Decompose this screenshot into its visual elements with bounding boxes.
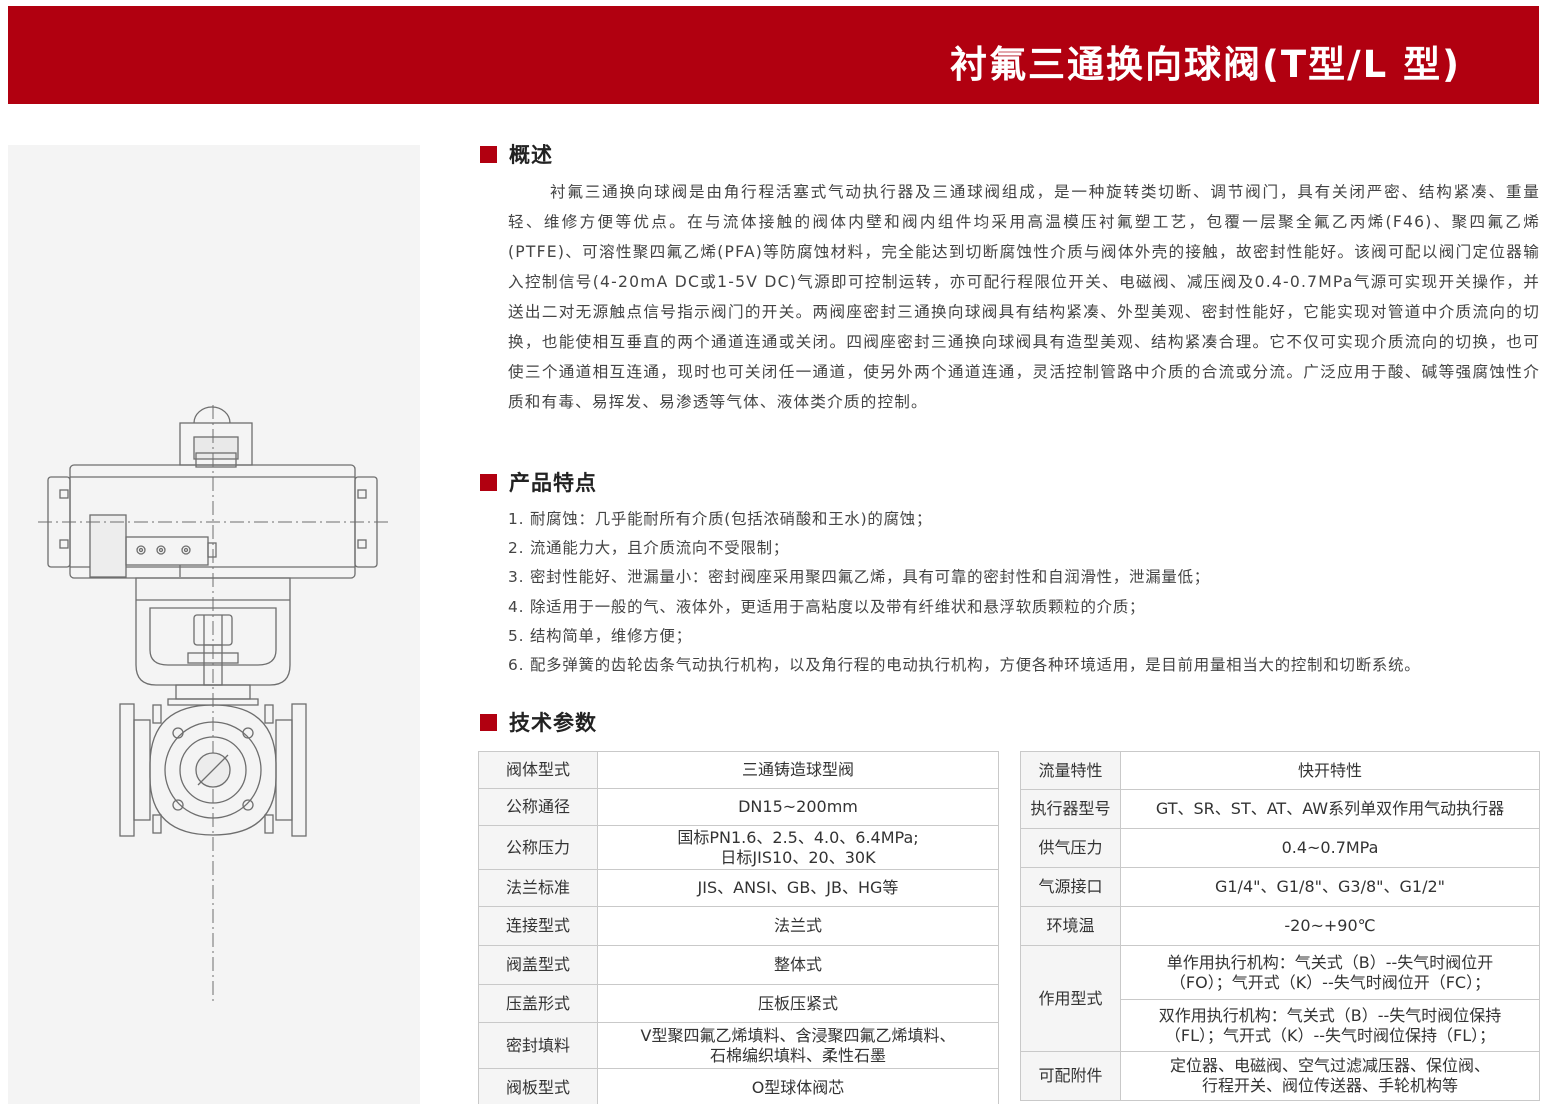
spec-value-line: 日标JIS10、20、30K	[720, 847, 876, 867]
spec-key: 环境温	[1020, 906, 1121, 946]
table-row: 压盖形式 压板压紧式	[478, 984, 999, 1023]
red-square-icon	[480, 473, 497, 491]
table-row: 阀盖型式 整体式	[478, 945, 999, 985]
spec-value-line: （FO）；气开式（K）--失气时阀位开（FC）；	[1169, 972, 1491, 992]
spec-key: 气源接口	[1020, 867, 1121, 907]
spec-value: O型球体阀芯	[597, 1068, 999, 1104]
spec-value: GT、SR、ST、AT、AW系列单双作用气动执行器	[1120, 789, 1540, 829]
spec-value: 整体式	[597, 945, 999, 985]
table-row: 作用型式 单作用执行机构：气关式（B）--失气时阀位开 （FO）；气开式（K）-…	[1020, 945, 1540, 1052]
spec-value-line: （FL）；气开式（K）--失气时阀位保持（FL）；	[1164, 1025, 1496, 1045]
red-square-icon	[480, 145, 497, 163]
spec-key: 流量特性	[1020, 751, 1121, 790]
spec-key: 密封填料	[478, 1022, 598, 1069]
features-heading: 产品特点	[480, 468, 597, 496]
spec-value: -20~+90℃	[1120, 906, 1540, 946]
feature-item: 1. 耐腐蚀：几乎能耐所有介质(包括浓硝酸和王水)的腐蚀；	[508, 510, 933, 528]
table-row: 执行器型号 GT、SR、ST、AT、AW系列单双作用气动执行器	[1020, 789, 1540, 829]
table-row: 阀体型式 三通铸造球型阀	[478, 751, 999, 789]
spec-table-right: 流量特性 快开特性 执行器型号 GT、SR、ST、AT、AW系列单双作用气动执行…	[1020, 751, 1540, 1101]
valve-drawing	[38, 405, 388, 1005]
spec-value: 快开特性	[1120, 751, 1540, 790]
valve-diagram	[38, 405, 388, 1005]
table-row: 环境温 -20~+90℃	[1020, 906, 1540, 946]
spec-value: DN15~200mm	[597, 788, 999, 826]
table-row: 供气压力 0.4~0.7MPa	[1020, 828, 1540, 868]
spec-key: 作用型式	[1020, 945, 1121, 1052]
features-list: 1. 耐腐蚀：几乎能耐所有介质(包括浓硝酸和王水)的腐蚀； 2. 流通能力大，且…	[508, 505, 1544, 680]
spec-value: 压板压紧式	[597, 984, 999, 1023]
spec-value-line: V型聚四氟乙烯填料、含浸聚四氟乙烯填料、	[640, 1025, 956, 1045]
spec-value-line: 国标PN1.6、2.5、4.0、6.4MPa;	[677, 827, 919, 847]
spec-key: 可配附件	[1020, 1051, 1121, 1101]
table-row: 法兰标准 JIS、ANSI、GB、JB、HG等	[478, 869, 999, 907]
feature-item: 4. 除适用于一般的气、液体外，更适用于高粘度以及带有纤维状和悬浮软质颗粒的介质…	[508, 597, 1146, 616]
spec-value-line: 石棉编织填料、柔性石墨	[709, 1045, 886, 1065]
spec-value: V型聚四氟乙烯填料、含浸聚四氟乙烯填料、 石棉编织填料、柔性石墨	[597, 1022, 999, 1069]
overview-paragraph: 衬氟三通换向球阀是由角行程活塞式气动执行器及三通球阀组成，是一种旋转类切断、调节…	[508, 183, 1540, 411]
spec-value: G1/4"、G1/8"、G3/8"、G1/2"	[1120, 867, 1540, 907]
spec-key: 法兰标准	[478, 869, 598, 907]
spec-value-line: 定位器、电磁阀、空气过滤减压器、保位阀、	[1169, 1056, 1490, 1075]
spec-key: 阀体型式	[478, 751, 598, 789]
product-drawing-panel	[8, 145, 420, 1104]
spec-key: 压盖形式	[478, 984, 598, 1023]
spec-key: 供气压力	[1020, 828, 1121, 868]
spec-value: 双作用执行机构：气关式（B）--失气时阀位保持 （FL）；气开式（K）--失气时…	[1120, 999, 1540, 1052]
overview-heading: 概述	[480, 140, 553, 168]
table-row: 连接型式 法兰式	[478, 906, 999, 946]
title-banner: 衬氟三通换向球阀(T型/L 型)	[8, 6, 1539, 104]
page-title: 衬氟三通换向球阀(T型/L 型)	[949, 43, 1461, 86]
spec-key: 公称压力	[478, 825, 598, 870]
specs-title: 技术参数	[509, 711, 597, 735]
spec-key: 阀盖型式	[478, 945, 598, 985]
spec-value-line: 单作用执行机构：气关式（B）--失气时阀位开	[1166, 952, 1494, 972]
feature-item: 3. 密封性能好、泄漏量小：密封阀座采用聚四氟乙烯，具有可靠的密封性和自润滑性，…	[508, 568, 1210, 587]
spec-value: 法兰式	[597, 906, 999, 946]
overview-title: 概述	[509, 143, 553, 167]
spec-value: 单作用执行机构：气关式（B）--失气时阀位开 （FO）；气开式（K）--失气时阀…	[1120, 945, 1540, 1000]
feature-item: 5. 结构简单，维修方便；	[508, 626, 692, 645]
spec-value: 三通铸造球型阀	[597, 751, 999, 789]
spec-value-line: 行程开关、阀位传送器、手轮机构等	[1201, 1076, 1458, 1095]
red-square-icon	[480, 713, 497, 731]
table-row: 公称压力 国标PN1.6、2.5、4.0、6.4MPa; 日标JIS10、20、…	[478, 825, 999, 870]
table-row: 气源接口 G1/4"、G1/8"、G3/8"、G1/2"	[1020, 867, 1540, 907]
spec-key: 执行器型号	[1020, 789, 1121, 829]
spec-key: 阀板型式	[478, 1068, 598, 1104]
spec-key: 连接型式	[478, 906, 598, 946]
feature-item: 2. 流通能力大，且介质流向不受限制；	[508, 539, 790, 558]
spec-key: 公称通径	[478, 788, 598, 826]
table-row: 公称通径 DN15~200mm	[478, 788, 999, 826]
table-row: 流量特性 快开特性	[1020, 751, 1540, 790]
feature-item: 6. 配多弹簧的齿轮齿条气动执行机构，以及角行程的电动执行机构，方便各种环境适用…	[508, 656, 1421, 675]
spec-value-line: 双作用执行机构：气关式（B）--失气时阀位保持	[1158, 1005, 1502, 1025]
spec-value: 0.4~0.7MPa	[1120, 828, 1540, 868]
spec-value: JIS、ANSI、GB、JB、HG等	[597, 869, 999, 907]
specs-heading: 技术参数	[480, 708, 597, 736]
features-title: 产品特点	[509, 471, 597, 495]
table-row: 阀板型式 O型球体阀芯	[478, 1068, 999, 1104]
table-row: 密封填料 V型聚四氟乙烯填料、含浸聚四氟乙烯填料、 石棉编织填料、柔性石墨	[478, 1022, 999, 1069]
spec-value: 定位器、电磁阀、空气过滤减压器、保位阀、 行程开关、阀位传送器、手轮机构等	[1120, 1051, 1540, 1101]
table-row: 可配附件 定位器、电磁阀、空气过滤减压器、保位阀、 行程开关、阀位传送器、手轮机…	[1020, 1051, 1540, 1101]
spec-value: 国标PN1.6、2.5、4.0、6.4MPa; 日标JIS10、20、30K	[597, 825, 999, 870]
spec-table-left: 阀体型式 三通铸造球型阀 公称通径 DN15~200mm 公称压力 国标PN1.…	[478, 751, 999, 1104]
